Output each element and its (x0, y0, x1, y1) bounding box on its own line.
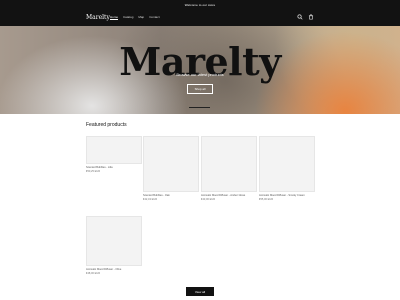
nav-contact[interactable]: Contact (149, 15, 159, 19)
product-card[interactable]: Aromatic Mood Diffuser - Olive €48,00 EU… (86, 216, 142, 275)
product-name[interactable]: Scented Bubbles - Oak (143, 194, 199, 197)
shop-all-button[interactable]: Shop all (187, 84, 213, 94)
announcement-text: Welcome to our store (184, 3, 216, 7)
product-image[interactable] (143, 136, 199, 192)
product-card[interactable]: Scented Bubbles - Oak €42,43 EUR (143, 136, 199, 201)
product-card[interactable]: Aromatic Mood Diffuser - Amber Gloss €43… (201, 136, 257, 201)
product-image[interactable] (201, 136, 257, 192)
product-price: €42,43 EUR (143, 198, 158, 202)
product-image[interactable] (86, 136, 142, 164)
main-nav: Home Catalog Map Contact (110, 15, 160, 19)
product-name[interactable]: Aromatic Mood Diffuser - Olive (86, 268, 142, 271)
cart-icon[interactable] (308, 14, 314, 20)
product-image[interactable] (259, 136, 315, 192)
product-name[interactable]: Scented Bubbles - Lilia (86, 166, 142, 169)
view-all-button[interactable]: View all (186, 287, 214, 296)
store-logo[interactable]: Marelty (86, 14, 110, 21)
announcement-bar: Welcome to our store (0, 0, 400, 10)
nav-home[interactable]: Home (110, 15, 118, 19)
featured-title: Featured products (86, 122, 127, 128)
product-price: €55,00 EUR (259, 198, 274, 202)
product-price: €50,25 EUR (86, 170, 101, 174)
hero-banner: Marelty Browse our latest products Shop … (0, 26, 400, 114)
product-name[interactable]: Aromatic Mood Diffuser - Smoky Cream (259, 194, 315, 197)
hero-subtitle: Browse our latest products (176, 72, 224, 77)
header-icons (297, 14, 314, 20)
search-icon[interactable] (297, 14, 303, 20)
nav-catalog[interactable]: Catalog (123, 15, 133, 19)
product-price: €48,00 EUR (86, 272, 101, 276)
product-card[interactable]: Aromatic Mood Diffuser - Smoky Cream €55… (259, 136, 315, 201)
site-header: Marelty Home Catalog Map Contact (0, 10, 400, 26)
nav-map[interactable]: Map (138, 15, 144, 19)
hero-slider-indicator (189, 107, 210, 108)
product-name[interactable]: Aromatic Mood Diffuser - Amber Gloss (201, 194, 257, 197)
product-price: €43,00 EUR (201, 198, 216, 202)
product-image[interactable] (86, 216, 142, 266)
product-card[interactable]: Scented Bubbles - Lilia €50,25 EUR (86, 136, 142, 173)
